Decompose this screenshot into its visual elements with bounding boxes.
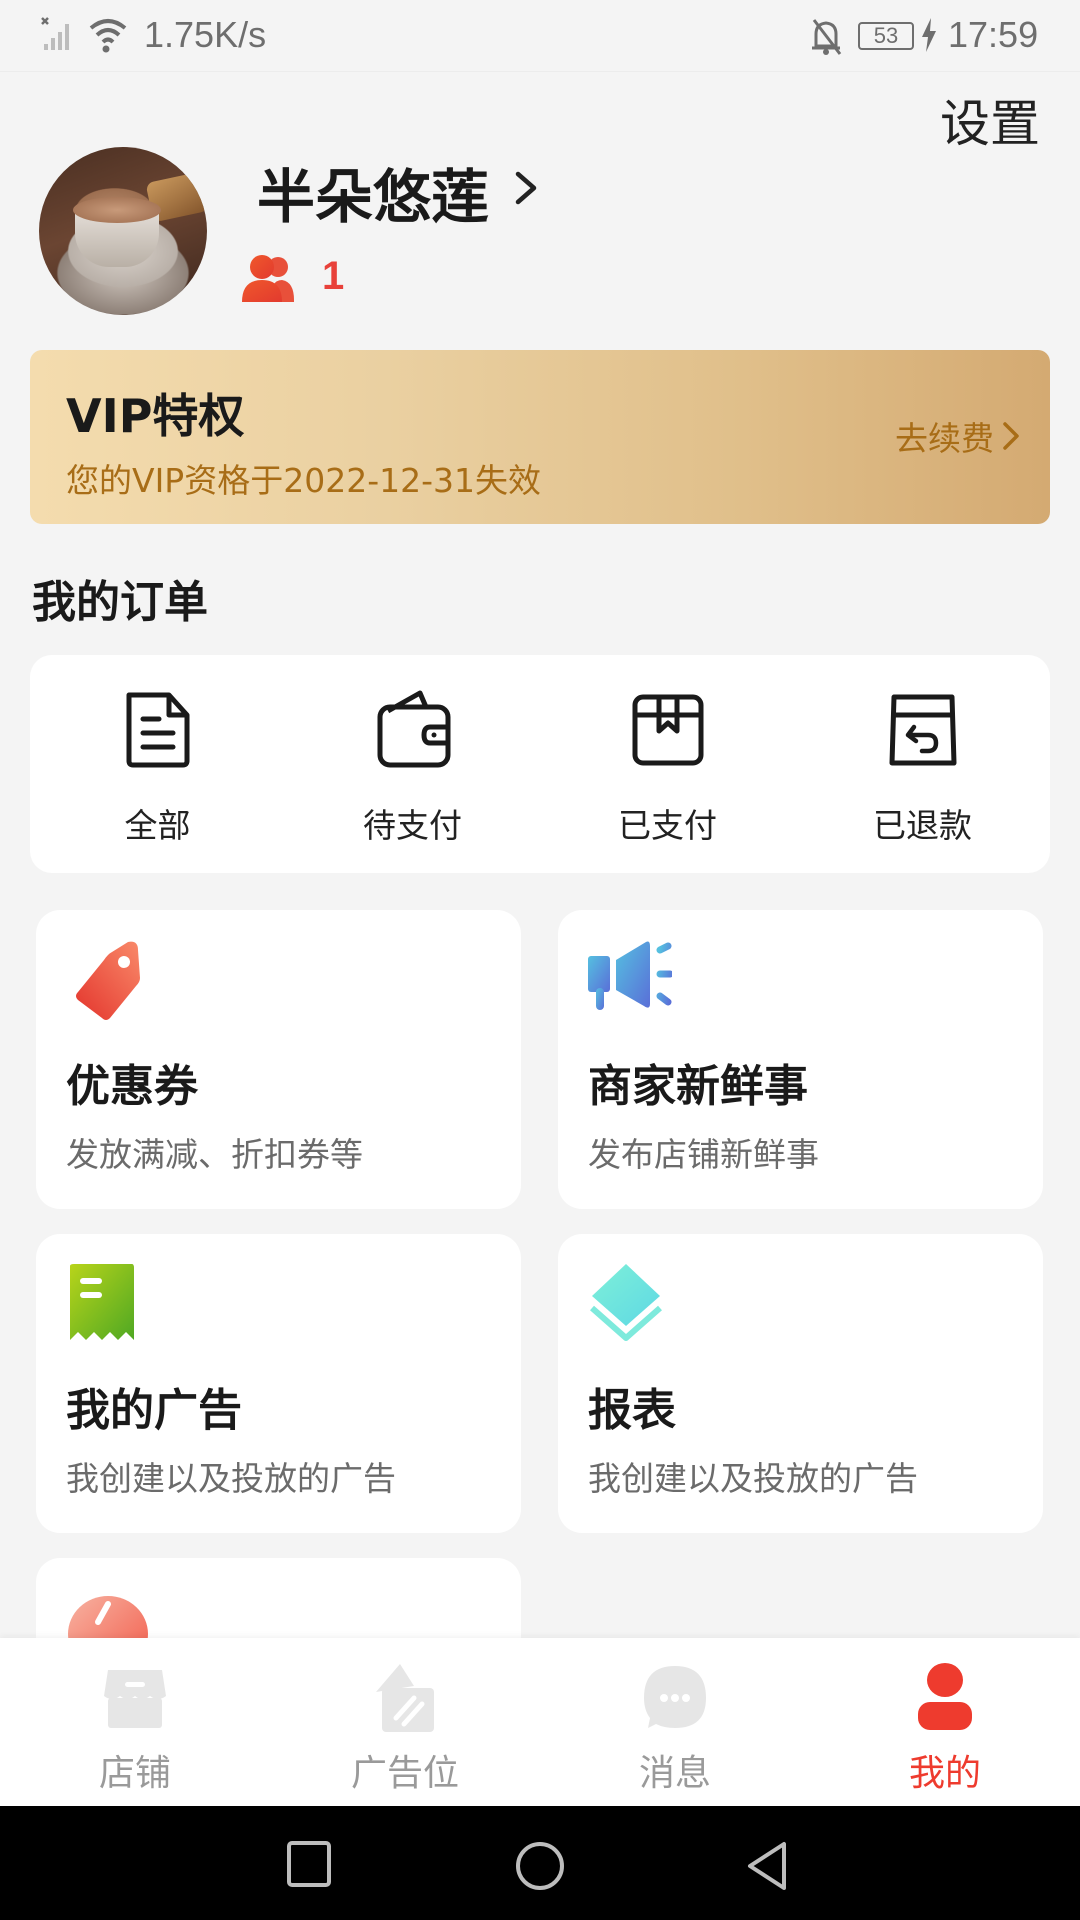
- wallet-icon: [377, 690, 450, 768]
- order-refunded-button[interactable]: 已退款: [795, 655, 1050, 873]
- receipt-icon: [70, 1264, 134, 1340]
- recent-apps-icon[interactable]: [286, 1840, 332, 1888]
- order-pending-payment-label: 待支付: [363, 806, 462, 845]
- coupon-title: 优惠券: [66, 1061, 198, 1112]
- vip-renew-button[interactable]: 去续费: [895, 412, 1020, 460]
- tab-store-label: 店铺: [98, 1753, 171, 1794]
- order-paid-label: 已支付: [618, 806, 717, 845]
- status-bar: 1.75K/s 53 17:59: [0, 0, 1080, 72]
- bell-off-icon: [812, 19, 842, 55]
- store-icon: [104, 1670, 166, 1728]
- document-icon: [126, 692, 189, 768]
- my-ads-title: 我的广告: [66, 1385, 242, 1436]
- vip-title: VIP特权: [66, 389, 245, 443]
- megaphone-icon: [588, 941, 672, 1010]
- system-nav-bar: [0, 1806, 1080, 1920]
- charging-bolt-icon: [922, 18, 936, 52]
- ad-slot-icon: [376, 1664, 434, 1732]
- tab-messages-label: 消息: [638, 1753, 711, 1794]
- avatar[interactable]: [39, 147, 207, 315]
- merchant-news-card[interactable]: 商家新鲜事 发布店铺新鲜事: [558, 910, 1043, 1209]
- coupon-card[interactable]: 优惠券 发放满减、折扣券等: [36, 910, 521, 1209]
- network-speed: 1.75K/s: [144, 14, 267, 55]
- back-icon[interactable]: [744, 1840, 790, 1892]
- tab-profile[interactable]: 我的: [810, 1638, 1080, 1806]
- order-all-label: 全部: [124, 806, 191, 845]
- home-icon[interactable]: [514, 1840, 566, 1892]
- tab-ad-slot[interactable]: 广告位: [270, 1638, 540, 1806]
- chevron-right-icon: [1003, 422, 1019, 450]
- my-ads-subtitle: 我创建以及投放的广告: [66, 1459, 396, 1498]
- refund-box-icon: [889, 694, 956, 766]
- report-subtitle: 我创建以及投放的广告: [588, 1459, 918, 1498]
- tab-ad-slot-label: 广告位: [350, 1753, 459, 1794]
- settings-link[interactable]: 设置: [940, 84, 1040, 156]
- merchant-news-title: 商家新鲜事: [588, 1061, 808, 1112]
- no-sim-signal-icon: [41, 17, 69, 50]
- order-all-button[interactable]: 全部: [30, 655, 285, 873]
- orders-section-title: 我的订单: [32, 577, 208, 628]
- profile-icon: [918, 1663, 972, 1730]
- tab-profile-label: 我的: [908, 1753, 981, 1794]
- orders-card: 全部 待支付 已支付 已退款: [30, 655, 1050, 873]
- tab-messages[interactable]: 消息: [540, 1638, 810, 1806]
- package-icon: [632, 694, 703, 766]
- fans-icon: [242, 255, 294, 302]
- merchant-news-subtitle: 发布店铺新鲜事: [588, 1135, 819, 1174]
- order-pending-payment-button[interactable]: 待支付: [285, 655, 540, 873]
- my-ads-card[interactable]: 我的广告 我创建以及投放的广告: [36, 1234, 521, 1533]
- battery-icon: 53: [858, 22, 914, 50]
- username[interactable]: 半朵悠莲: [257, 150, 489, 234]
- bottom-tab-bar: 店铺 广告位 消息 我的: [0, 1638, 1080, 1806]
- coupon-subtitle: 发放满减、折扣券等: [66, 1135, 363, 1174]
- order-refunded-label: 已退款: [873, 806, 972, 845]
- clock: 17:59: [948, 14, 1039, 55]
- vip-card[interactable]: VIP特权 您的VIP资格于2022-12-31失效 去续费: [30, 350, 1050, 524]
- coupon-tag-icon: [76, 941, 140, 1020]
- vip-renew-label: 去续费: [895, 419, 994, 458]
- avatar-image-foam: [73, 197, 161, 223]
- order-paid-button[interactable]: 已支付: [540, 655, 795, 873]
- fans-count: 1: [322, 254, 345, 298]
- chevron-right-icon[interactable]: [512, 168, 540, 208]
- report-title: 报表: [588, 1385, 676, 1436]
- report-card[interactable]: 报表 我创建以及投放的广告: [558, 1234, 1043, 1533]
- message-icon: [644, 1666, 706, 1728]
- wifi-icon: [89, 19, 127, 53]
- layers-icon: [590, 1264, 662, 1341]
- tab-store[interactable]: 店铺: [0, 1638, 270, 1806]
- vip-expiry-text: 您的VIP资格于2022-12-31失效: [66, 461, 541, 500]
